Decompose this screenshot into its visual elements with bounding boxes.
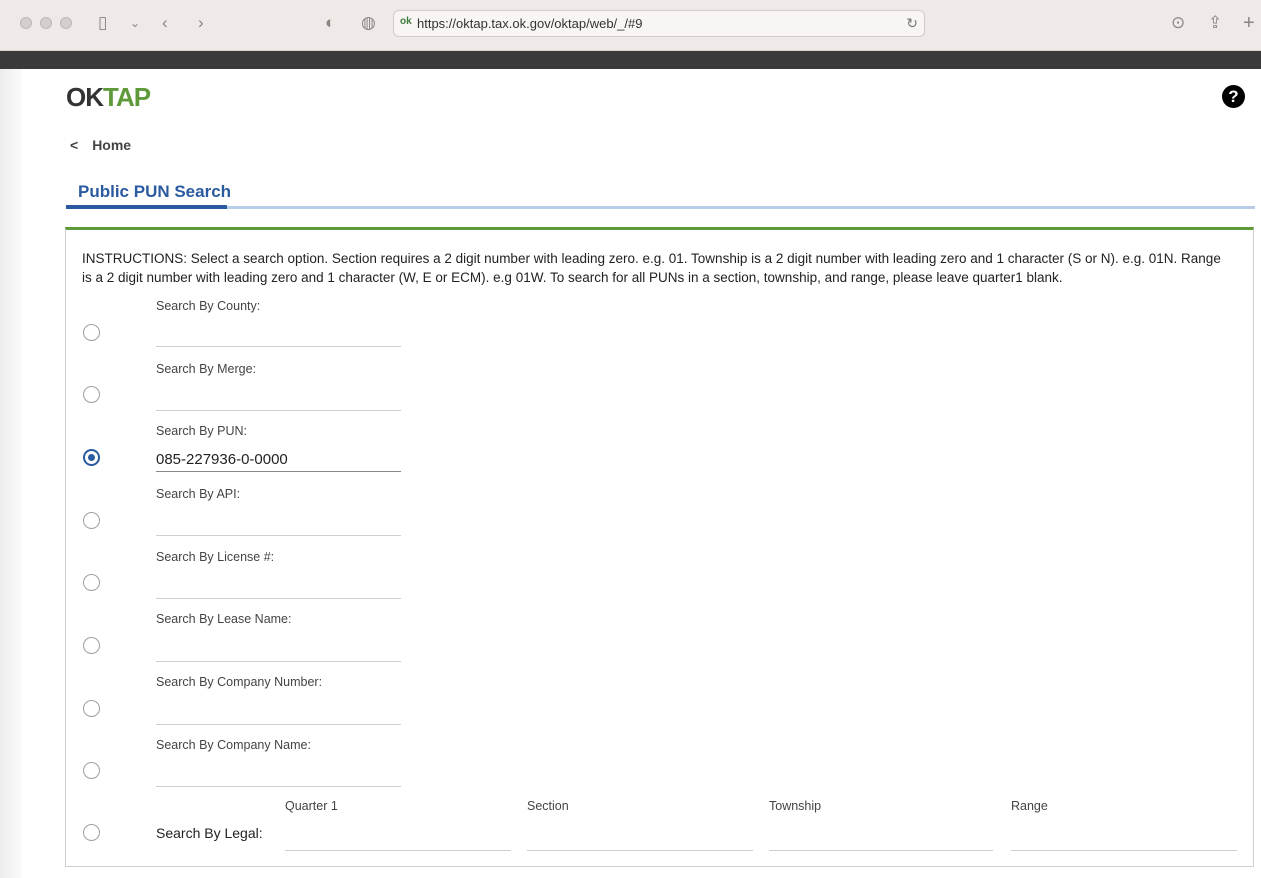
license-input[interactable] xyxy=(156,574,401,599)
search-option-county: Search By County: xyxy=(66,298,1253,358)
license-radio[interactable] xyxy=(83,574,100,591)
share-icon[interactable]: ⇪ xyxy=(1208,13,1222,33)
back-icon[interactable]: ‹ xyxy=(162,13,168,33)
search-panel: INSTRUCTIONS: Select a search option. Se… xyxy=(65,227,1254,867)
tab-divider xyxy=(66,206,1255,209)
instructions-text: INSTRUCTIONS: Select a search option. Se… xyxy=(82,251,1221,285)
pun-label: Search By PUN: xyxy=(156,424,248,438)
range-input[interactable] xyxy=(1011,828,1237,851)
section-input[interactable] xyxy=(527,828,753,851)
forward-icon[interactable]: › xyxy=(198,13,204,33)
logo-ok-text: OK xyxy=(66,82,104,112)
search-option-merge: Search By Merge: xyxy=(66,361,1253,421)
company-number-radio[interactable] xyxy=(83,700,100,717)
pun-radio[interactable] xyxy=(83,449,100,466)
browser-toolbar: ▯ ⌄ ‹ › ◐ ◍ ok https://oktap.tax.ok.gov/… xyxy=(0,0,1261,51)
township-label: Township xyxy=(769,799,822,813)
company-name-radio[interactable] xyxy=(83,762,100,779)
company-name-input[interactable] xyxy=(156,762,401,787)
zoom-window-button[interactable] xyxy=(60,17,72,29)
home-label: Home xyxy=(92,137,132,153)
lease-name-input[interactable] xyxy=(156,637,401,662)
logo-tap-text: TAP xyxy=(103,82,151,112)
page-top-bar xyxy=(0,51,1261,69)
search-option-company-number: Search By Company Number: xyxy=(66,674,1253,734)
privacy-icon[interactable]: ◍ xyxy=(361,13,376,33)
sidebar-icon[interactable]: ▯ xyxy=(98,13,107,33)
api-label: Search By API: xyxy=(156,487,241,501)
county-radio[interactable] xyxy=(83,324,100,341)
new-tab-icon[interactable]: + xyxy=(1243,13,1255,33)
chevron-left-icon: < xyxy=(70,137,79,153)
lease-name-radio[interactable] xyxy=(83,637,100,654)
merge-input[interactable] xyxy=(156,386,401,411)
search-option-company-name: Search By Company Name: xyxy=(66,737,1253,797)
quarter1-input[interactable] xyxy=(285,828,511,851)
search-option-lease-name: Search By Lease Name: xyxy=(66,611,1253,671)
company-number-input[interactable] xyxy=(156,700,401,725)
search-option-pun: Search By PUN: xyxy=(66,423,1253,483)
merge-label: Search By Merge: xyxy=(156,362,257,376)
api-radio[interactable] xyxy=(83,512,100,529)
search-option-legal: Search By Legal: Quarter 1 Section Towns… xyxy=(66,799,1253,859)
shield-icon[interactable]: ◐ xyxy=(325,13,335,33)
oktap-logo[interactable]: OKTAP xyxy=(66,82,151,113)
minimize-window-button[interactable] xyxy=(40,17,52,29)
company-number-label: Search By Company Number: xyxy=(156,675,323,689)
chevron-down-icon[interactable]: ⌄ xyxy=(130,13,140,33)
address-bar[interactable]: ok https://oktap.tax.ok.gov/oktap/web/_/… xyxy=(393,10,925,37)
url-text: https://oktap.tax.ok.gov/oktap/web/_/#9 xyxy=(417,16,643,31)
search-option-license: Search By License #: xyxy=(66,549,1253,609)
quarter1-label: Quarter 1 xyxy=(285,799,338,813)
api-input[interactable] xyxy=(156,511,401,536)
range-label: Range xyxy=(1011,799,1048,813)
section-label: Section xyxy=(527,799,569,813)
license-label: Search By License #: xyxy=(156,550,275,564)
download-icon[interactable]: ⊙ xyxy=(1171,13,1185,33)
home-link[interactable]: < Home xyxy=(70,137,131,153)
tab-public-pun-search[interactable]: Public PUN Search xyxy=(78,182,231,202)
legal-label: Search By Legal: xyxy=(156,825,263,841)
close-window-button[interactable] xyxy=(20,17,32,29)
left-margin xyxy=(0,69,22,878)
lease-name-label: Search By Lease Name: xyxy=(156,612,292,626)
legal-radio[interactable] xyxy=(83,824,100,841)
search-option-api: Search By API: xyxy=(66,486,1253,546)
county-label: Search By County: xyxy=(156,299,261,313)
pun-input[interactable] xyxy=(156,447,401,472)
help-icon[interactable]: ? xyxy=(1222,85,1245,108)
merge-radio[interactable] xyxy=(83,386,100,403)
county-input[interactable] xyxy=(156,322,401,347)
site-icon: ok xyxy=(400,16,412,27)
township-input[interactable] xyxy=(769,828,993,851)
active-tab-indicator xyxy=(66,205,227,209)
reload-icon[interactable]: ↻ xyxy=(906,15,918,32)
company-name-label: Search By Company Name: xyxy=(156,738,311,752)
